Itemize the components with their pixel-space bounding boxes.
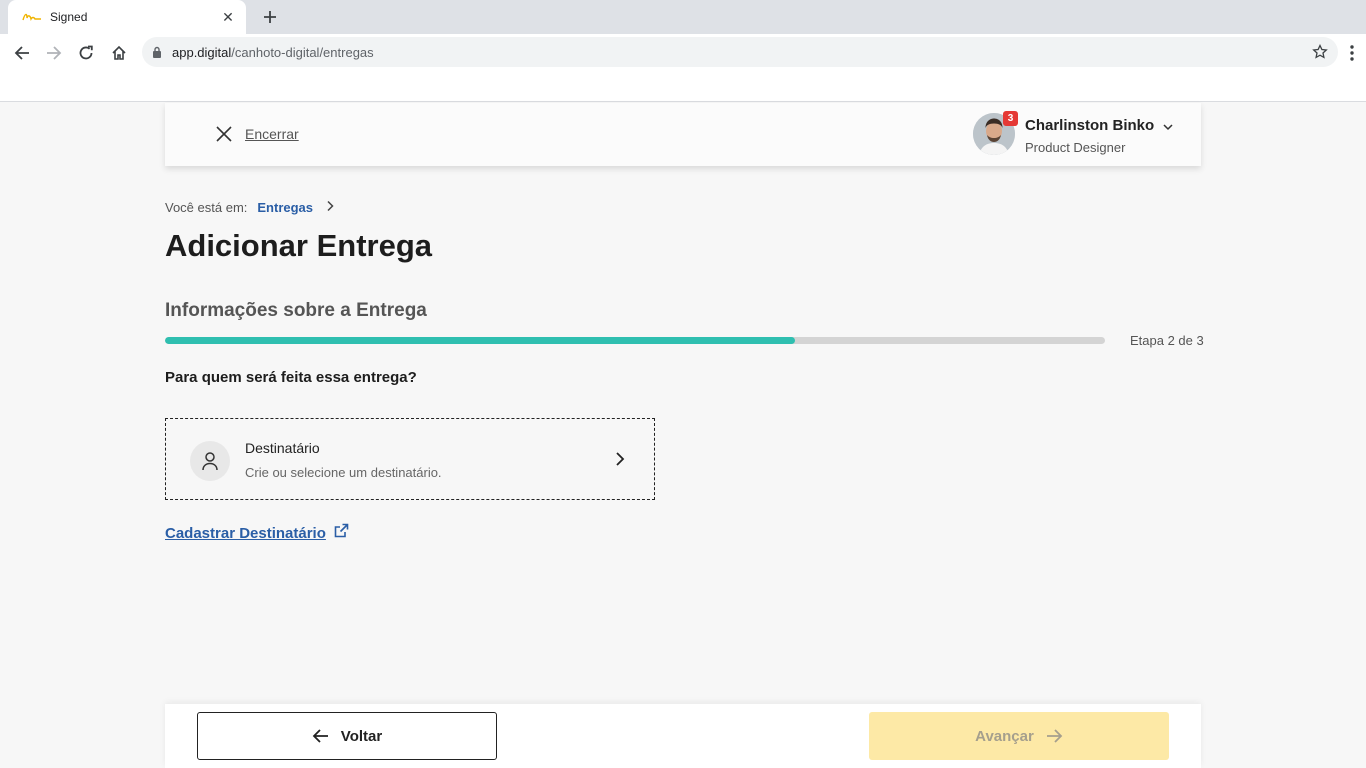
- forward-arrow-icon[interactable]: [43, 42, 65, 64]
- progress-bar: [165, 337, 1105, 344]
- app-header: Encerrar Charlinston Binko Product Desig…: [165, 103, 1201, 166]
- next-button-label: Avançar: [975, 727, 1034, 745]
- bookmark-star-icon[interactable]: [1312, 43, 1328, 65]
- recipient-card-subtitle: Crie ou selecione um destinatário.: [245, 465, 442, 480]
- footer-action-bar: Voltar Avançar: [165, 704, 1201, 768]
- page-title: Adicionar Entrega: [165, 228, 432, 263]
- user-icon: [190, 441, 230, 481]
- chevron-right-icon: [325, 200, 335, 215]
- breadcrumb-link-entregas[interactable]: Entregas: [257, 200, 313, 215]
- notification-badge[interactable]: 3: [1003, 111, 1018, 126]
- close-session-button[interactable]: Encerrar: [215, 125, 299, 143]
- signature-icon: [22, 10, 42, 24]
- section-title: Informações sobre a Entrega: [165, 300, 427, 321]
- next-button[interactable]: Avançar: [869, 712, 1169, 760]
- close-icon: [215, 125, 233, 143]
- browser-tabstrip: Signed ✕: [0, 0, 1366, 34]
- browser-tab[interactable]: Signed ✕: [8, 0, 246, 34]
- address-bar[interactable]: app.digital/canhoto-digital/entregas: [142, 37, 1338, 67]
- user-role: Product Designer: [1025, 140, 1126, 155]
- chevron-down-icon: [1162, 120, 1174, 132]
- url-text: app.digital/canhoto-digital/entregas: [172, 44, 374, 60]
- new-tab-icon[interactable]: [260, 7, 280, 27]
- back-button[interactable]: Voltar: [197, 712, 497, 760]
- back-button-label: Voltar: [340, 727, 383, 745]
- breadcrumb: Você está em: Entregas: [165, 200, 335, 215]
- progress-fill: [165, 337, 795, 344]
- recipient-question: Para quem será feita essa entrega?: [165, 369, 417, 386]
- tab-title: Signed: [50, 10, 88, 24]
- home-icon[interactable]: [108, 42, 130, 64]
- user-name: Charlinston Binko: [1025, 117, 1174, 134]
- back-arrow-icon[interactable]: [11, 42, 33, 64]
- step-label: Etapa 2 de 3: [1130, 333, 1204, 348]
- browser-toolbar: app.digital/canhoto-digital/entregas: [0, 34, 1366, 102]
- reload-icon[interactable]: [75, 42, 97, 64]
- select-recipient-card[interactable]: Destinatário Crie ou selecione um destin…: [165, 418, 655, 500]
- arrow-right-icon: [1045, 727, 1063, 745]
- register-recipient-label: Cadastrar Destinatário: [165, 525, 326, 542]
- browser-menu-icon[interactable]: [1344, 42, 1360, 64]
- close-icon[interactable]: ✕: [220, 9, 236, 25]
- chevron-right-icon: [611, 450, 629, 468]
- lock-icon: [152, 46, 162, 58]
- arrow-left-icon: [312, 727, 330, 745]
- external-link-icon: [333, 523, 349, 544]
- register-recipient-link[interactable]: Cadastrar Destinatário: [165, 523, 349, 544]
- close-session-label: Encerrar: [245, 126, 299, 142]
- breadcrumb-prefix: Você está em:: [165, 200, 248, 215]
- recipient-card-title: Destinatário: [245, 440, 320, 456]
